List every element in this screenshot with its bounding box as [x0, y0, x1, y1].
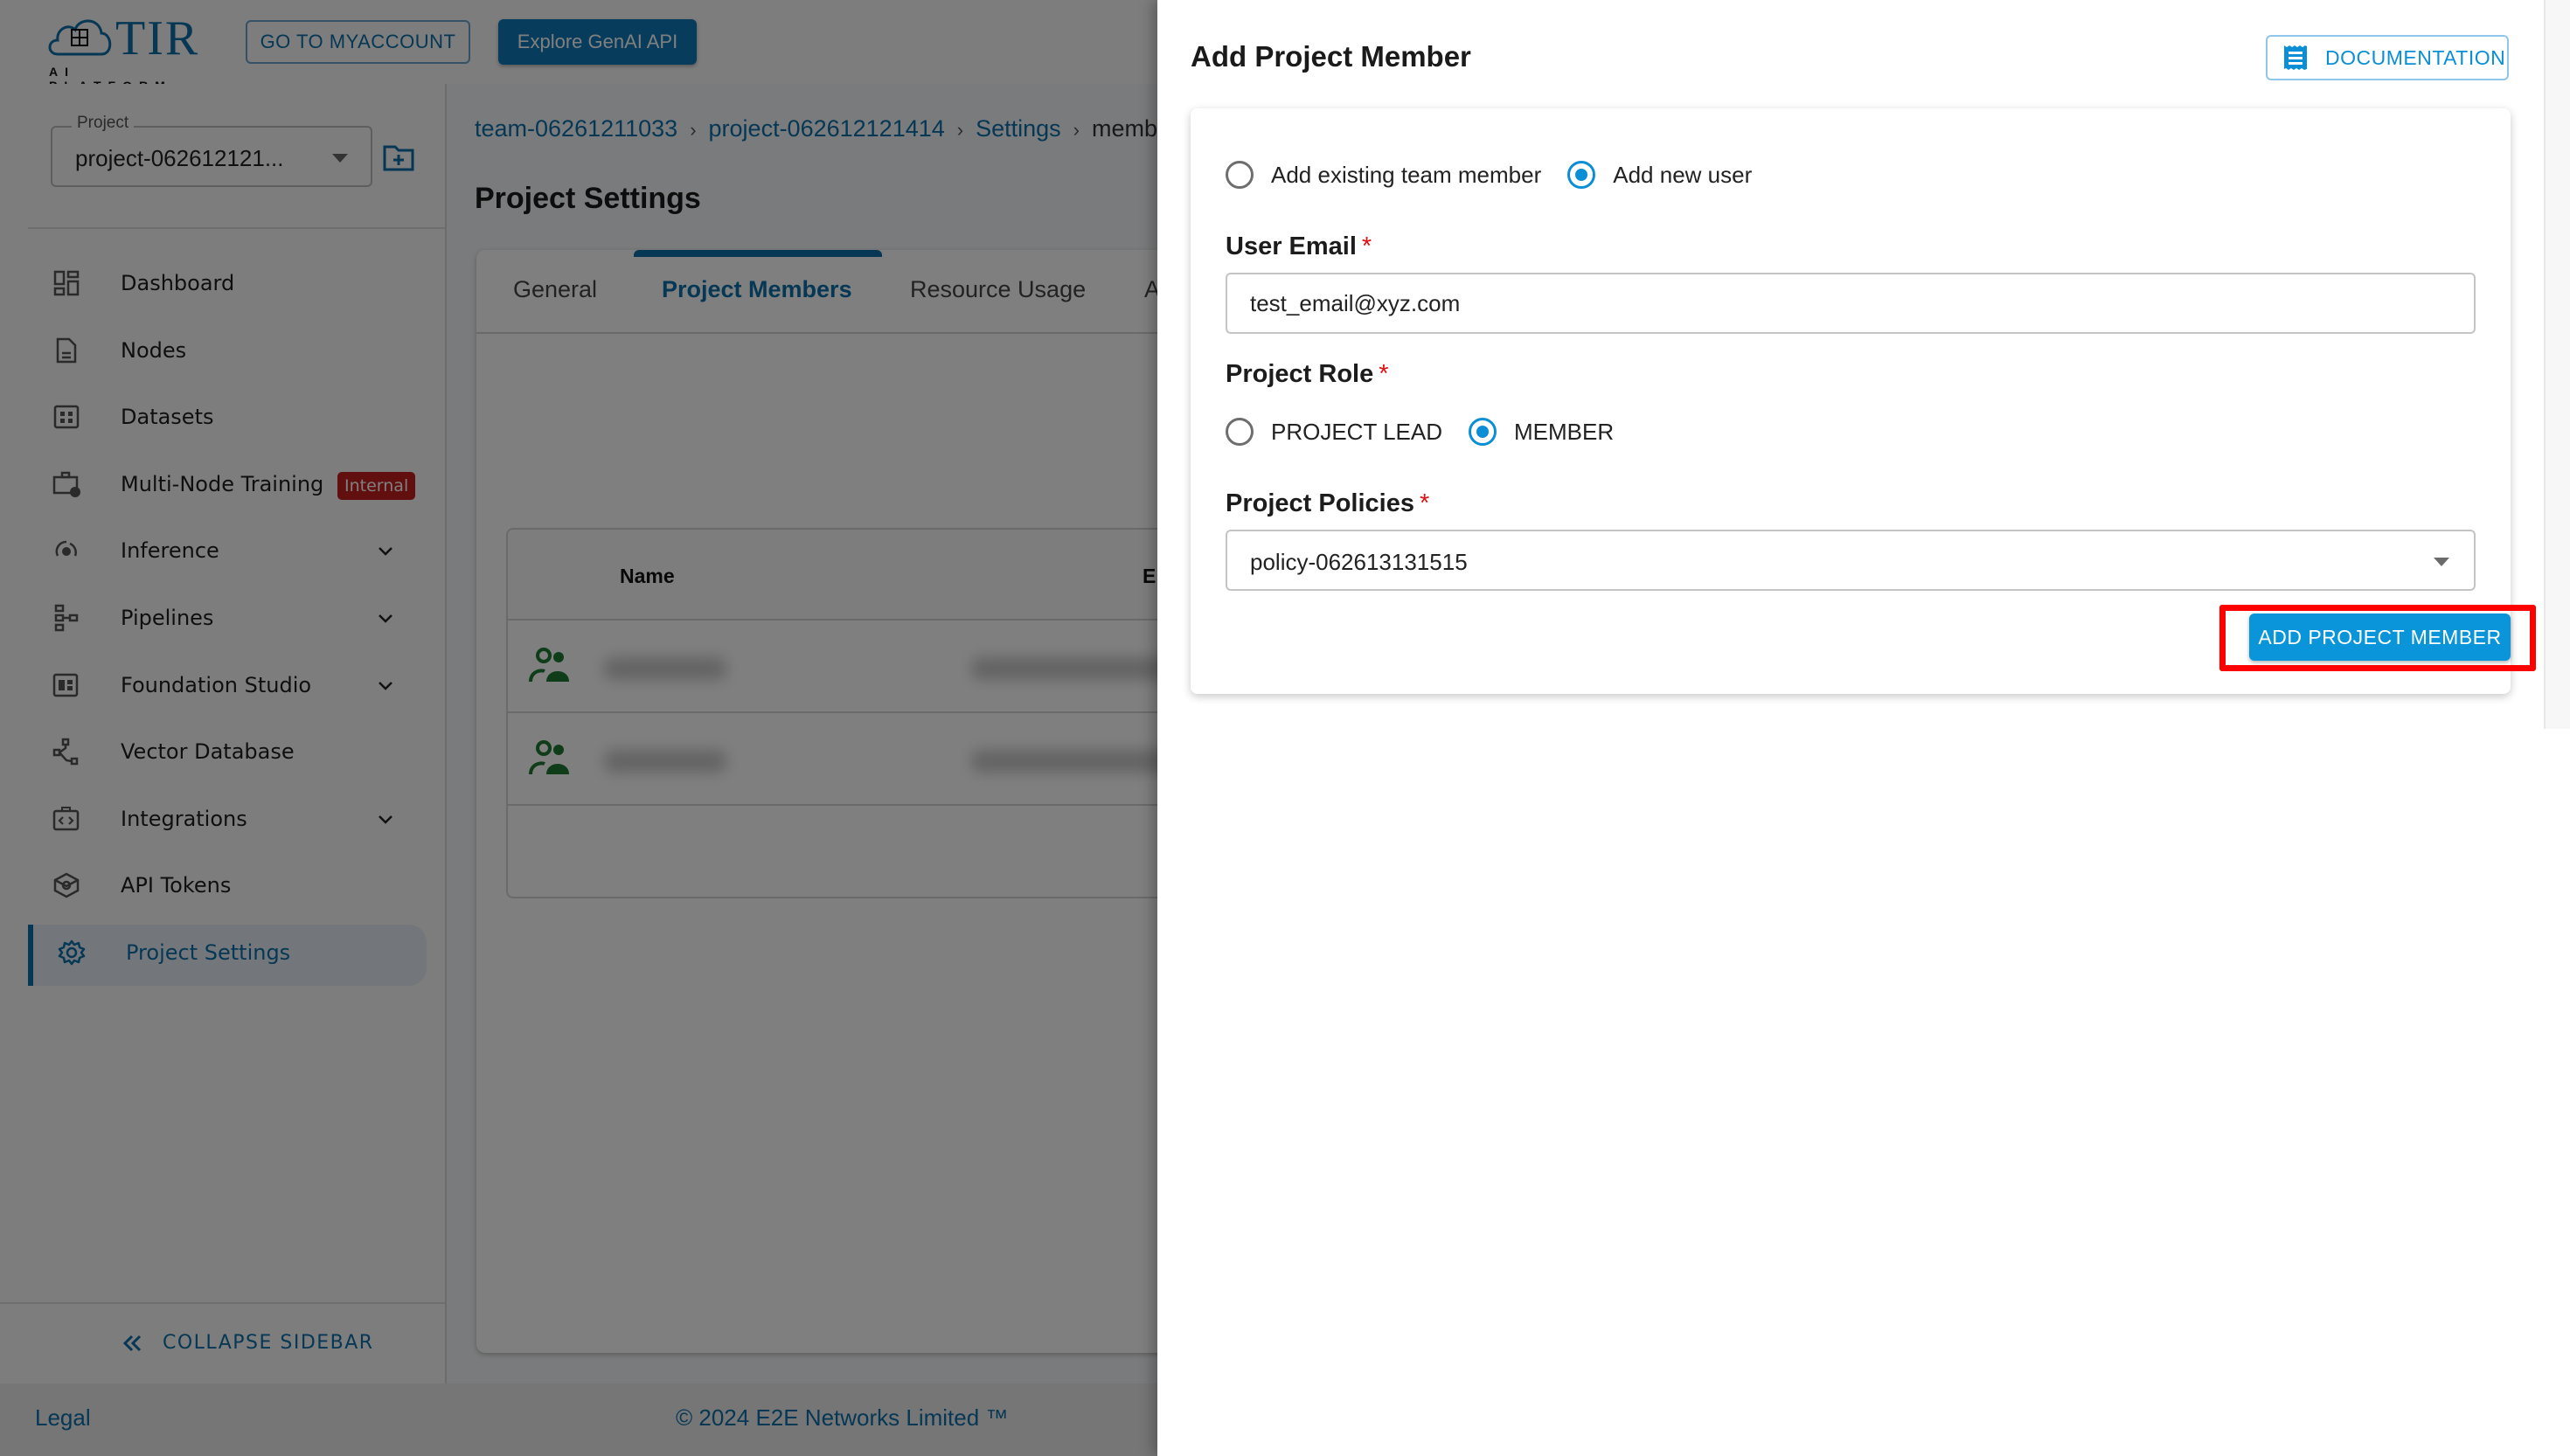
project-policies-label-text: Project Policies [1226, 489, 1414, 517]
member-mode-radio-group: Add existing team member Add new user [1226, 161, 1778, 189]
required-asterisk: * [1420, 489, 1430, 517]
radio-label[interactable]: Add new user [1613, 162, 1752, 189]
documentation-icon [2284, 45, 2307, 70]
project-policies-value: policy-062613131515 [1250, 549, 1468, 575]
project-policies-label: Project Policies * [1226, 489, 1429, 518]
radio-label[interactable]: PROJECT LEAD [1271, 419, 1442, 446]
required-asterisk: * [1361, 232, 1372, 260]
required-asterisk: * [1379, 360, 1389, 388]
user-email-input[interactable] [1226, 273, 2476, 334]
documentation-label: DOCUMENTATION [2325, 45, 2506, 69]
radio-label[interactable]: Add existing team member [1271, 162, 1541, 189]
add-member-form: Add existing team member Add new user Us… [1191, 108, 2536, 694]
radio-label[interactable]: MEMBER [1514, 419, 1614, 446]
radio-project-lead[interactable] [1226, 418, 1254, 446]
scrollbar[interactable] [2544, 0, 2570, 729]
modal-backdrop[interactable] [0, 0, 1157, 1456]
drawer-title: Add Project Member [1191, 40, 1471, 73]
caret-down-icon [2434, 558, 2449, 566]
radio-member[interactable] [1469, 418, 1497, 446]
user-email-label-text: User Email [1226, 232, 1357, 260]
radio-add-existing-team-member[interactable] [1226, 161, 1254, 189]
radio-add-new-user[interactable] [1567, 161, 1596, 189]
project-policies-select[interactable]: policy-062613131515 [1226, 530, 2476, 591]
user-email-label: User Email * [1226, 232, 1372, 261]
project-role-label-text: Project Role [1226, 360, 1374, 388]
project-role-label: Project Role * [1226, 360, 1389, 389]
add-project-member-button[interactable]: ADD PROJECT MEMBER [2249, 614, 2511, 661]
project-role-radio-group: PROJECT LEAD MEMBER [1226, 418, 1640, 446]
add-project-member-drawer: Add Project Member DOCUMENTATION Add exi… [1157, 0, 2570, 1456]
documentation-button[interactable]: DOCUMENTATION [2266, 35, 2509, 80]
